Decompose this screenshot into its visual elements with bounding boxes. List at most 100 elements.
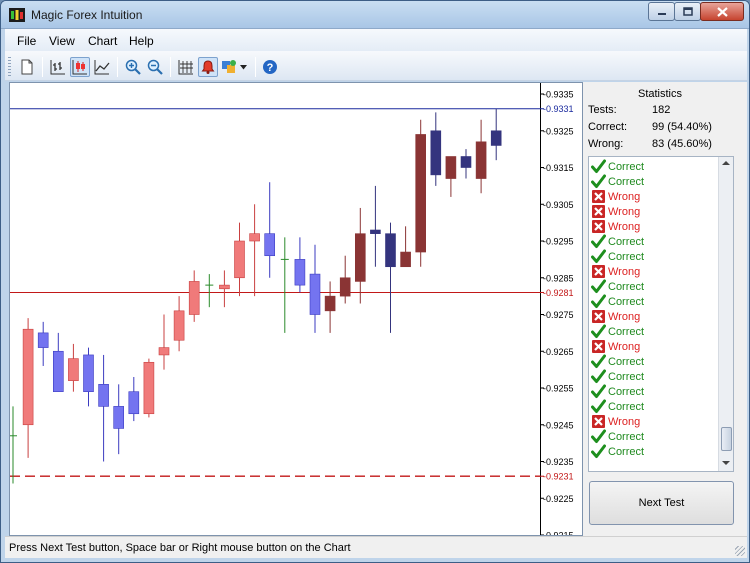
- menu-view[interactable]: View: [49, 34, 75, 48]
- result-item[interactable]: Correct: [591, 234, 644, 249]
- price-tick-label: -0.9295: [543, 237, 574, 247]
- price-tick-label: -0.9305: [543, 200, 574, 210]
- result-item[interactable]: Correct: [591, 294, 644, 309]
- dropdown-arrow-icon: [239, 64, 247, 69]
- price-tick-label: -0.9215: [543, 531, 574, 536]
- new-button[interactable]: [17, 57, 37, 77]
- bar-chart-button[interactable]: [48, 57, 68, 77]
- color-dropdown-button[interactable]: [237, 57, 249, 77]
- candlestick-chart[interactable]: -0.9335 -0.9325 -0.9315 -0.9305 -0.9295 -0.92…: [9, 83, 582, 541]
- candle-body: [324, 295, 336, 312]
- candle-body: [430, 130, 442, 176]
- result-label: Correct: [608, 295, 645, 308]
- results-list[interactable]: Correct Correct Wrong Wrong Wrong Correct Corr…: [588, 156, 734, 472]
- candle-body: [475, 141, 487, 179]
- result-label: Correct: [608, 325, 645, 338]
- scroll-up-icon[interactable]: [722, 160, 730, 166]
- candle-body: [68, 358, 79, 381]
- result-item[interactable]: Correct: [591, 369, 644, 384]
- toolbar-separator: [42, 57, 43, 77]
- new-document-icon: [21, 59, 33, 75]
- level-label: -0.9231: [543, 472, 574, 482]
- candle-body: [490, 130, 502, 146]
- candle-body: [415, 134, 427, 253]
- title-bar[interactable]: Magic Forex Intuition: [1, 1, 749, 29]
- svg-text:?: ?: [267, 62, 274, 74]
- results-scrollbar[interactable]: [718, 157, 733, 471]
- candle-body: [143, 361, 155, 415]
- result-item[interactable]: Wrong: [591, 219, 640, 234]
- maximize-button[interactable]: [674, 2, 701, 21]
- toolbar-separator: [170, 57, 171, 77]
- result-item[interactable]: Wrong: [591, 264, 640, 279]
- result-label: Wrong: [608, 310, 641, 323]
- check-icon: [591, 369, 606, 383]
- result-item[interactable]: Correct: [591, 444, 644, 459]
- candlestick-chart-icon: [72, 60, 87, 75]
- result-item[interactable]: Correct: [591, 159, 644, 174]
- menu-chart[interactable]: Chart: [88, 34, 117, 48]
- candle-body: [234, 240, 245, 279]
- result-item[interactable]: Wrong: [591, 204, 640, 219]
- result-item[interactable]: Correct: [591, 354, 644, 369]
- alert-button[interactable]: [198, 57, 218, 77]
- result-item[interactable]: Correct: [591, 324, 644, 339]
- scroll-down-icon[interactable]: [722, 460, 730, 466]
- result-item[interactable]: Correct: [591, 279, 644, 294]
- statistics-title: Statistics: [637, 88, 682, 100]
- result-item[interactable]: Correct: [591, 249, 644, 264]
- cross-icon: [592, 415, 605, 428]
- result-label: Wrong: [608, 220, 641, 233]
- price-tick-label: -0.9275: [543, 310, 574, 320]
- bar-chart-icon: [50, 60, 65, 75]
- chart-area[interactable]: -0.9335 -0.9325 -0.9315 -0.9305 -0.9295 -0.92…: [9, 82, 583, 541]
- close-button[interactable]: [700, 2, 744, 21]
- cross-icon: [592, 265, 605, 278]
- level-label: -0.9281: [543, 288, 574, 298]
- price-tick-label: -0.9265: [543, 347, 574, 357]
- zoom-out-button[interactable]: [145, 57, 165, 77]
- grid-button[interactable]: [176, 57, 196, 77]
- candlestick-chart-button[interactable]: [70, 57, 90, 77]
- result-item[interactable]: Correct: [591, 399, 644, 414]
- price-tick-label: -0.9245: [543, 420, 574, 430]
- candle-body: [98, 384, 109, 407]
- scrollbar-thumb[interactable]: [721, 427, 732, 451]
- minimize-icon: [657, 12, 666, 15]
- status-bar: Press Next Test button, Space bar or Rig…: [5, 536, 747, 558]
- next-test-button[interactable]: Next Test: [589, 481, 734, 525]
- grid-icon: [178, 60, 193, 75]
- cross-icon: [592, 310, 605, 323]
- result-item[interactable]: Correct: [591, 174, 644, 189]
- check-icon: [591, 234, 606, 248]
- zoom-in-icon: [125, 59, 141, 75]
- candle-body: [370, 229, 381, 234]
- cross-icon: [592, 220, 605, 233]
- result-item[interactable]: Correct: [591, 429, 644, 444]
- cross-icon: [592, 205, 605, 218]
- resize-grip[interactable]: [735, 546, 745, 556]
- result-item[interactable]: Wrong: [591, 189, 640, 204]
- help-button[interactable]: ?: [260, 57, 280, 77]
- result-item[interactable]: Wrong: [591, 309, 640, 324]
- menu-help[interactable]: Help: [129, 34, 154, 48]
- check-icon: [591, 399, 606, 413]
- result-item[interactable]: Correct: [591, 384, 644, 399]
- cross-icon: [592, 340, 605, 353]
- toolbar-grip[interactable]: [8, 57, 11, 77]
- toolbar-separator: [117, 57, 118, 77]
- maximize-icon: [682, 7, 693, 16]
- result-label: Correct: [608, 445, 645, 458]
- candle-body: [52, 350, 64, 392]
- check-icon: [591, 354, 606, 368]
- zoom-in-button[interactable]: [123, 57, 143, 77]
- result-item[interactable]: Wrong: [591, 339, 640, 354]
- candle-body: [22, 328, 34, 426]
- menu-file[interactable]: File: [17, 34, 36, 48]
- line-chart-button[interactable]: [92, 57, 112, 77]
- color-palette-button[interactable]: [219, 57, 239, 77]
- result-item[interactable]: Wrong: [591, 414, 640, 429]
- minimize-button[interactable]: [648, 2, 675, 21]
- candle-body: [128, 391, 140, 415]
- result-label: Correct: [608, 280, 645, 293]
